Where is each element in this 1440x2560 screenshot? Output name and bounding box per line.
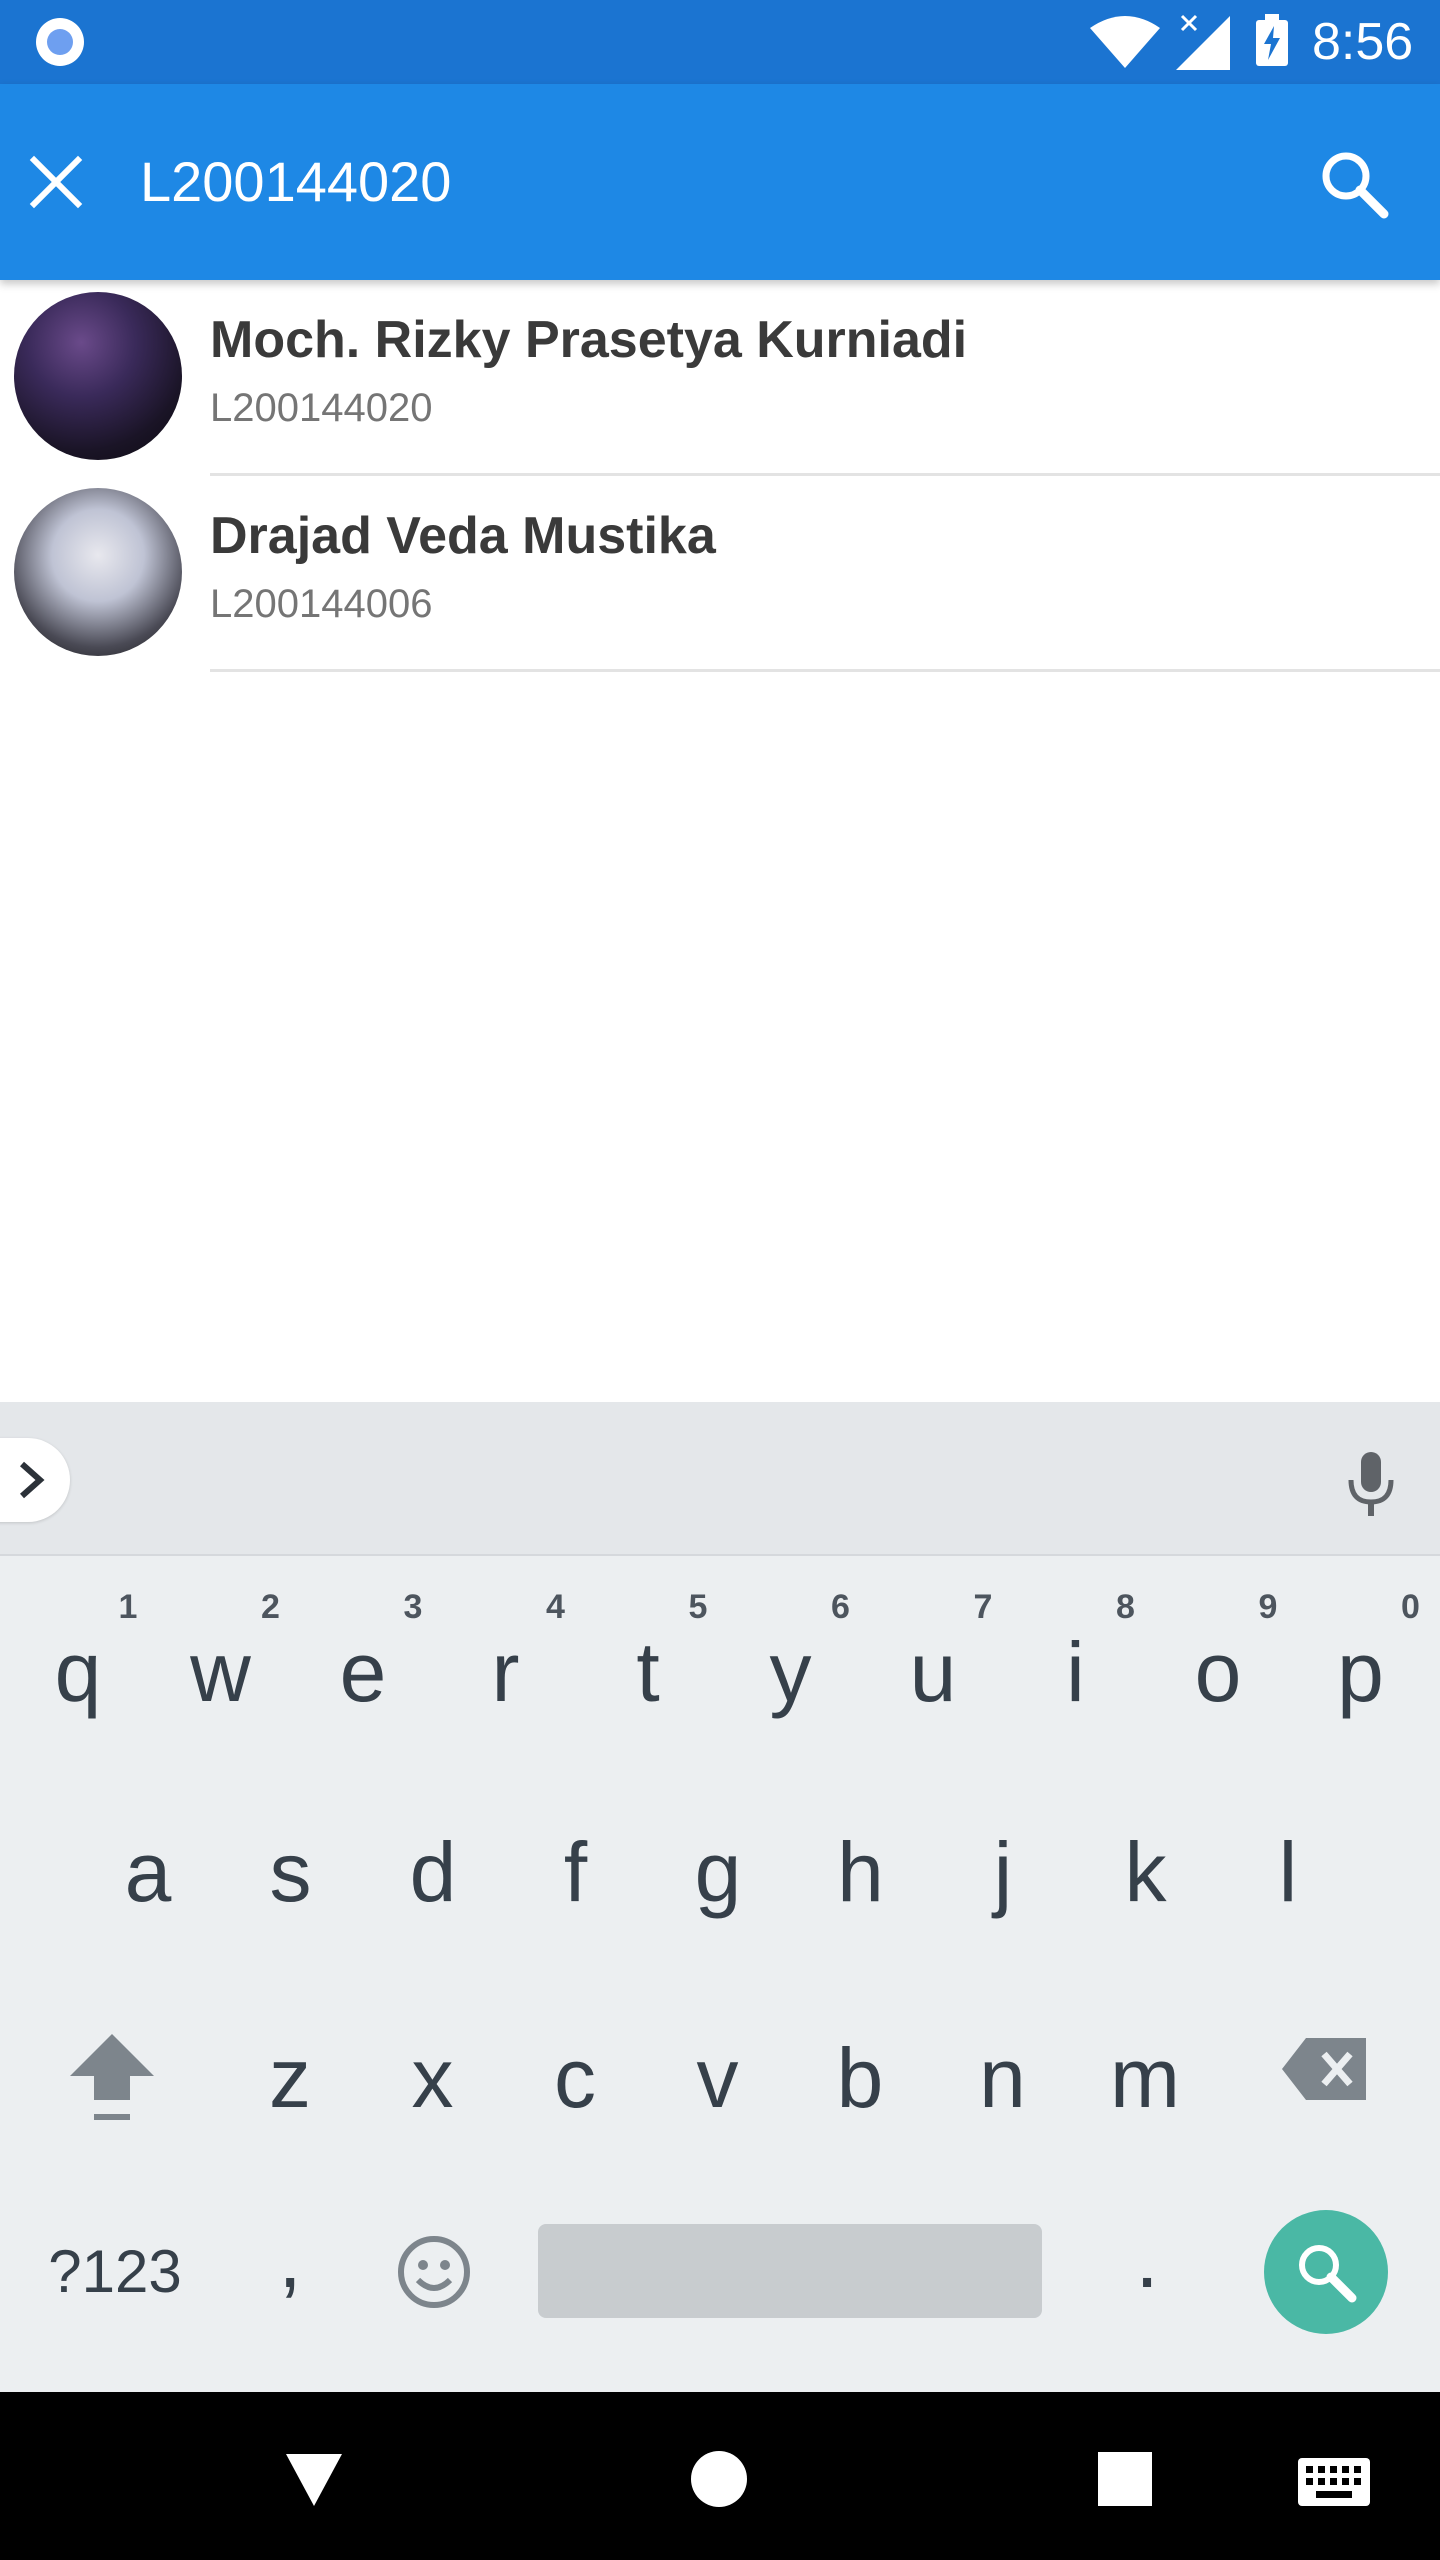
notification-dot-icon bbox=[36, 18, 84, 66]
key-hint: 7 bbox=[973, 1588, 993, 1626]
key-j[interactable]: j bbox=[931, 1822, 1075, 1922]
key-p[interactable]: p bbox=[1289, 1622, 1433, 1722]
key-hint: 9 bbox=[1258, 1588, 1278, 1626]
key-s[interactable]: s bbox=[219, 1822, 363, 1922]
suggestion-strip bbox=[0, 1402, 1440, 1556]
key-z[interactable]: z bbox=[218, 2028, 362, 2128]
key-y[interactable]: y bbox=[719, 1622, 863, 1722]
divider bbox=[210, 669, 1440, 672]
search-input[interactable] bbox=[140, 144, 1240, 220]
home-icon[interactable] bbox=[690, 2450, 748, 2508]
search-toolbar bbox=[0, 84, 1440, 280]
key-hint: 5 bbox=[688, 1588, 708, 1626]
status-bar: 8:56 bbox=[0, 0, 1440, 84]
wifi-icon bbox=[1090, 16, 1160, 68]
search-icon bbox=[1299, 2245, 1357, 2303]
status-time: 8:56 bbox=[1312, 13, 1414, 71]
avatar bbox=[14, 292, 182, 460]
close-icon[interactable] bbox=[28, 154, 84, 210]
key-o[interactable]: o bbox=[1146, 1622, 1290, 1722]
key-w[interactable]: w bbox=[149, 1622, 293, 1722]
key-hint: 3 bbox=[403, 1588, 423, 1626]
shift-icon[interactable] bbox=[66, 2030, 158, 2126]
signal-icon bbox=[1176, 14, 1230, 70]
key-m[interactable]: m bbox=[1073, 2028, 1217, 2128]
key-f[interactable]: f bbox=[504, 1822, 648, 1922]
avatar bbox=[14, 488, 182, 656]
key-v[interactable]: v bbox=[646, 2028, 790, 2128]
chevron-right-icon bbox=[20, 1461, 45, 1499]
search-icon[interactable] bbox=[1316, 146, 1392, 222]
student-name: Drajad Veda Mustika bbox=[210, 507, 716, 565]
key-i[interactable]: i bbox=[1004, 1622, 1148, 1722]
key-x[interactable]: x bbox=[361, 2028, 505, 2128]
emoji-icon[interactable] bbox=[396, 2234, 472, 2310]
key-hint: 4 bbox=[546, 1588, 565, 1626]
search-results: Moch. Rizky Prasetya Kurniadi L200144020… bbox=[0, 280, 1440, 672]
key-q[interactable]: q bbox=[6, 1622, 150, 1722]
key-hint: 6 bbox=[831, 1588, 850, 1626]
key-c[interactable]: c bbox=[503, 2028, 647, 2128]
back-icon[interactable] bbox=[284, 2452, 344, 2508]
backspace-icon[interactable] bbox=[1280, 2034, 1370, 2104]
student-id: L200144006 bbox=[210, 582, 433, 626]
space-key[interactable] bbox=[538, 2224, 1042, 2318]
list-item[interactable]: Drajad Veda Mustika L200144006 bbox=[0, 476, 1440, 672]
key-k[interactable]: k bbox=[1074, 1822, 1218, 1922]
expand-toolbar-button[interactable] bbox=[0, 1438, 70, 1522]
key-hint: 2 bbox=[261, 1588, 280, 1626]
comma-key[interactable]: , bbox=[218, 2208, 362, 2308]
key-r[interactable]: r bbox=[434, 1622, 578, 1722]
key-hint: 1 bbox=[118, 1588, 138, 1626]
key-hint: 8 bbox=[1116, 1588, 1135, 1626]
symbols-key[interactable]: ?123 bbox=[30, 2224, 200, 2320]
student-id: L200144020 bbox=[210, 386, 433, 430]
key-g[interactable]: g bbox=[646, 1822, 790, 1922]
period-key[interactable]: . bbox=[1075, 2208, 1219, 2308]
key-t[interactable]: t bbox=[576, 1622, 720, 1722]
keyboard-switch-icon[interactable] bbox=[1298, 2458, 1370, 2506]
list-item[interactable]: Moch. Rizky Prasetya Kurniadi L200144020 bbox=[0, 280, 1440, 476]
battery-charging-icon bbox=[1256, 14, 1288, 66]
key-l[interactable]: l bbox=[1216, 1822, 1360, 1922]
soft-keyboard: q1w2e3r4t5y6u7i8o9p0 asdfghjkl zxcvbnm ?… bbox=[0, 1402, 1440, 2392]
key-hint: 0 bbox=[1401, 1588, 1420, 1626]
key-n[interactable]: n bbox=[931, 2028, 1075, 2128]
key-d[interactable]: d bbox=[361, 1822, 505, 1922]
mic-icon[interactable] bbox=[1346, 1450, 1396, 1520]
key-e[interactable]: e bbox=[291, 1622, 435, 1722]
navigation-bar bbox=[0, 2392, 1440, 2560]
key-h[interactable]: h bbox=[789, 1822, 933, 1922]
keyboard-search-button[interactable] bbox=[1264, 2210, 1388, 2334]
key-a[interactable]: a bbox=[76, 1822, 220, 1922]
recents-icon[interactable] bbox=[1098, 2452, 1152, 2506]
key-u[interactable]: u bbox=[861, 1622, 1005, 1722]
key-b[interactable]: b bbox=[788, 2028, 932, 2128]
student-name: Moch. Rizky Prasetya Kurniadi bbox=[210, 311, 968, 369]
